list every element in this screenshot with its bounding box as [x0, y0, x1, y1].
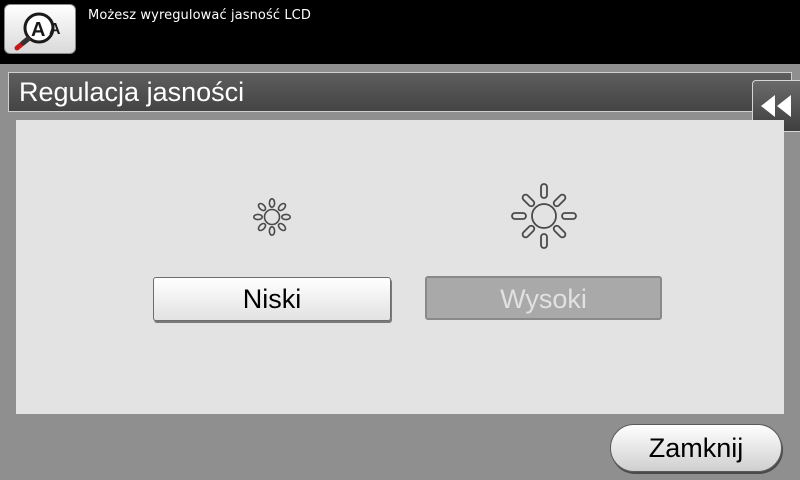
brightness-low-button[interactable]: Niski — [153, 277, 391, 321]
brightness-panel: Regulacja jasności — [0, 64, 800, 480]
svg-text:A: A — [31, 19, 45, 41]
sun-small-icon — [253, 198, 291, 236]
brightness-content — [16, 120, 784, 414]
brightness-high-button[interactable]: Wysoki — [425, 276, 662, 320]
panel-header: Regulacja jasności — [8, 72, 792, 112]
close-button[interactable]: Zamknij — [610, 424, 782, 472]
status-message: Możesz wyregulować jasność LCD — [88, 8, 311, 23]
page-title: Regulacja jasności — [19, 77, 245, 107]
accessibility-magnifier-icon: A A — [14, 12, 61, 51]
sun-large-icon — [511, 183, 577, 249]
svg-text:A: A — [49, 21, 61, 38]
double-chevron-left-icon — [761, 95, 791, 117]
accessibility-button[interactable]: A A — [4, 4, 76, 54]
status-bar: A A Możesz wyregulować jasność LCD — [0, 0, 800, 62]
